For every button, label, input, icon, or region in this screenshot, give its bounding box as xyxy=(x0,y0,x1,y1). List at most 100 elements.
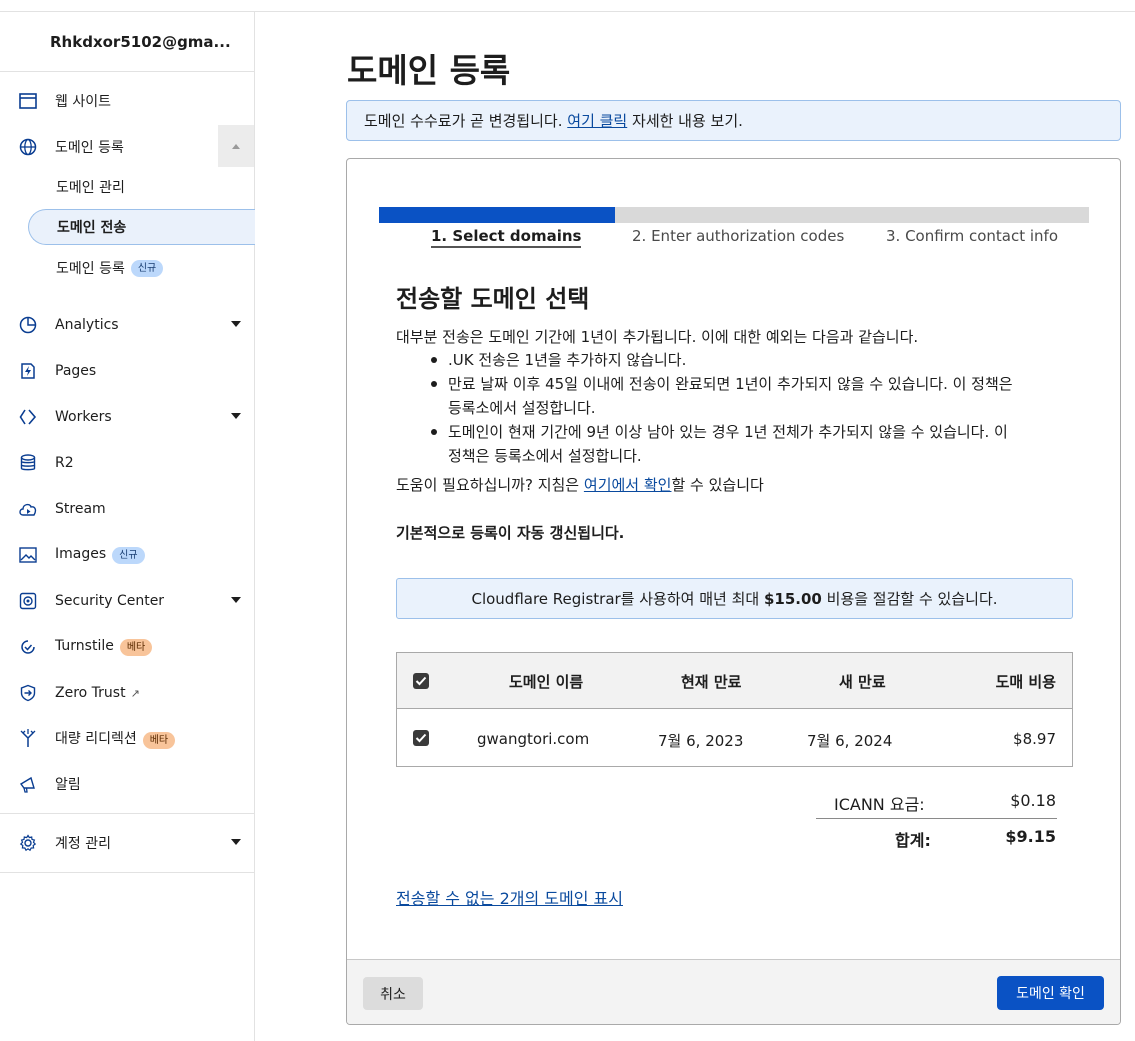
sidebar-subitem-domain-management[interactable]: 도메인 관리 xyxy=(28,169,255,205)
cancel-button[interactable]: 취소 xyxy=(363,977,423,1010)
exception-list: .UK 전송은 1년을 추가하지 않습니다. 만료 날짜 이후 45일 이내에 … xyxy=(426,348,1026,468)
security-target-icon xyxy=(18,591,38,611)
column-header-new-expiry: 새 만료 xyxy=(839,673,886,691)
collapse-up-icon[interactable] xyxy=(218,125,254,167)
savings-text-after: 비용을 절감할 수 있습니다. xyxy=(826,590,998,608)
help-link[interactable]: 여기에서 확인 xyxy=(584,476,672,494)
sidebar-subitem-label: 도메인 전송 xyxy=(57,220,127,236)
globe-icon xyxy=(18,137,38,157)
gear-icon xyxy=(18,833,38,853)
sidebar-subitem-label: 도메인 관리 xyxy=(56,180,125,196)
sidebar-item-websites[interactable]: 웹 사이트 xyxy=(0,83,254,119)
savings-banner: Cloudflare Registrar를 사용하여 매년 최대 $15.00 … xyxy=(396,578,1073,619)
wizard-progress-bar xyxy=(379,207,1089,223)
page-title: 도메인 등록 xyxy=(347,51,511,90)
sidebar-item-label: Analytics xyxy=(55,317,119,333)
notice-link[interactable]: 여기 클릭 xyxy=(567,110,627,131)
sidebar-subitem-domain-transfer[interactable]: 도메인 전송 xyxy=(28,209,255,245)
sidebar-subitem-label: 도메인 등록 xyxy=(56,261,125,277)
sidebar-item-pages[interactable]: Pages xyxy=(0,353,254,389)
beta-badge: 베타 xyxy=(119,639,153,656)
section-heading: 전송할 도메인 선택 xyxy=(396,285,590,313)
sidebar-item-text: Zero Trust xyxy=(55,685,126,701)
select-all-checkbox[interactable] xyxy=(413,673,429,689)
transfer-panel: 1. Select domains 2. Enter authorization… xyxy=(346,158,1121,1025)
sidebar-item-label: 알림 xyxy=(55,777,81,793)
show-untransferable-domains-link[interactable]: 전송할 수 없는 2개의 도메인 표시 xyxy=(396,887,623,911)
sidebar-item-workers[interactable]: Workers xyxy=(0,399,254,435)
browser-window-icon xyxy=(18,91,38,111)
pie-chart-icon xyxy=(18,315,38,335)
workers-chevrons-icon xyxy=(18,407,38,427)
chevron-down-icon[interactable] xyxy=(231,839,241,845)
sidebar-item-label: Security Center xyxy=(55,593,165,609)
new-expiry-cell: 7월 6, 2024 xyxy=(807,732,893,750)
sidebar-item-zero-trust[interactable]: Zero Trust ↗ xyxy=(0,675,254,711)
savings-text: Cloudflare Registrar를 사용하여 매년 최대 xyxy=(471,590,760,608)
notice-text: 도메인 수수료가 곧 변경됩니다. xyxy=(364,112,563,130)
sidebar: Rhkdxor5102@gma... 웹 사이트 도메인 등록 도메인 관리 도… xyxy=(0,12,255,1041)
domain-name-cell: gwangtori.com xyxy=(477,730,590,748)
sidebar-item-text: Images xyxy=(55,546,107,562)
turnstile-check-icon xyxy=(18,637,38,657)
wizard-progress-fill xyxy=(379,207,616,223)
sidebar-item-label: 도메인 등록 xyxy=(55,140,124,156)
external-link-icon: ↗ xyxy=(130,687,140,700)
lightning-page-icon xyxy=(18,361,38,381)
sidebar-item-label: R2 xyxy=(55,455,74,471)
checkmark-icon xyxy=(415,733,427,743)
sidebar-item-label: 웹 사이트 xyxy=(55,94,111,110)
sidebar-item-r2[interactable]: R2 xyxy=(0,445,254,481)
chevron-down-icon[interactable] xyxy=(231,597,241,603)
table-header: 도메인 이름 현재 만료 새 만료 도매 비용 xyxy=(397,653,1072,709)
row-checkbox[interactable] xyxy=(413,730,429,746)
sidebar-item-images[interactable]: Images 신규 xyxy=(0,537,254,573)
sidebar-divider xyxy=(0,813,254,814)
sidebar-item-label: Workers xyxy=(55,409,112,425)
sidebar-item-notifications[interactable]: 알림 xyxy=(0,766,254,802)
sidebar-item-stream[interactable]: Stream xyxy=(0,491,254,527)
sidebar-item-bulk-redirects[interactable]: 대량 리디렉션 베타 xyxy=(0,720,254,756)
current-expiry-cell: 7월 6, 2023 xyxy=(658,732,744,750)
database-icon xyxy=(18,453,38,473)
list-item: 만료 날짜 이후 45일 이내에 전송이 완료되면 1년이 추가되지 않을 수 … xyxy=(426,372,1026,420)
sidebar-item-account-management[interactable]: 계정 관리 xyxy=(0,825,254,861)
megaphone-icon xyxy=(18,774,38,794)
cost-cell: $8.97 xyxy=(1013,730,1056,748)
notice-text-after: 자세한 내용 보기. xyxy=(632,112,743,130)
totals-divider xyxy=(816,818,1057,819)
domain-table: 도메인 이름 현재 만료 새 만료 도매 비용 gwangtori.com 7월… xyxy=(396,652,1073,767)
wizard-step-select-domains[interactable]: 1. Select domains xyxy=(431,227,582,248)
sidebar-subitem-domain-register[interactable]: 도메인 등록 신규 xyxy=(28,250,255,286)
new-badge: 신규 xyxy=(130,259,164,277)
sidebar-item-label: 계정 관리 xyxy=(55,836,111,852)
sidebar-item-turnstile[interactable]: Turnstile 베타 xyxy=(0,629,254,665)
sidebar-item-analytics[interactable]: Analytics xyxy=(0,307,254,343)
fee-change-notice: 도메인 수수료가 곧 변경됩니다. 여기 클릭 자세한 내용 보기. xyxy=(346,100,1121,141)
new-badge: 신규 xyxy=(112,547,145,564)
redirect-fork-icon xyxy=(18,728,38,748)
wizard-step-authorization-codes: 2. Enter authorization codes xyxy=(632,227,845,245)
sidebar-divider xyxy=(0,872,254,873)
account-email[interactable]: Rhkdxor5102@gma... xyxy=(0,12,254,72)
sidebar-item-label: Images 신규 xyxy=(55,546,145,564)
sidebar-item-security-center[interactable]: Security Center xyxy=(0,583,254,619)
image-icon xyxy=(18,545,38,565)
list-item: 도메인이 현재 기간에 9년 이상 남아 있는 경우 1년 전체가 추가되지 않… xyxy=(426,420,1026,468)
auto-renew-text: 기본적으로 등록이 자동 갱신됩니다. xyxy=(396,524,625,542)
total-value: $9.15 xyxy=(1005,827,1056,846)
column-header-domain: 도메인 이름 xyxy=(509,673,584,691)
sidebar-item-text: Turnstile xyxy=(55,638,114,654)
confirm-domains-button[interactable]: 도메인 확인 xyxy=(997,976,1104,1010)
zero-trust-shield-icon xyxy=(18,683,38,703)
help-text-after: 할 수 있습니다 xyxy=(671,476,764,494)
total-label: 합계: xyxy=(895,831,931,850)
icann-fee-label: ICANN 요금: xyxy=(834,795,925,814)
checkmark-icon xyxy=(415,676,427,686)
sidebar-item-label: Stream xyxy=(55,501,106,517)
chevron-down-icon[interactable] xyxy=(231,321,241,327)
help-text: 도움이 필요하십니까? 지침은 여기에서 확인할 수 있습니다 xyxy=(396,473,764,497)
icann-fee-value: $0.18 xyxy=(1010,791,1056,810)
sidebar-item-domain-registration[interactable]: 도메인 등록 xyxy=(0,125,254,167)
chevron-down-icon[interactable] xyxy=(231,413,241,419)
